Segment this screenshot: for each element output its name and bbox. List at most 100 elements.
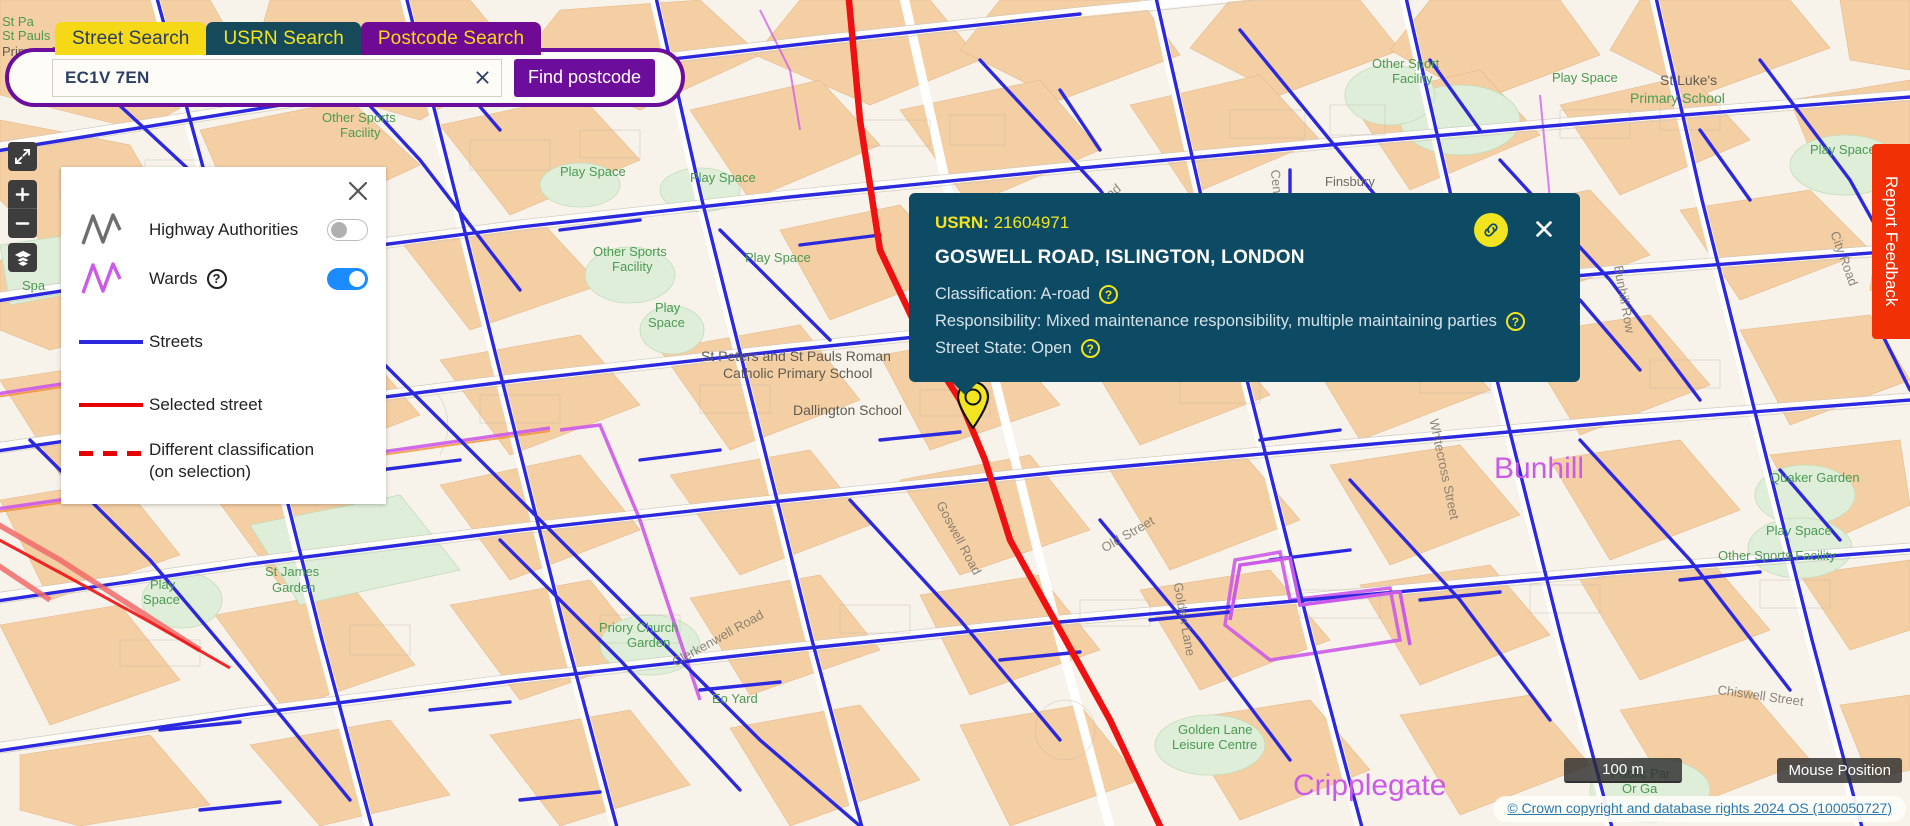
layers-button[interactable] (8, 243, 37, 272)
popup-classification-text: Classification: A-road (935, 285, 1090, 303)
map-label: Other Sports (322, 110, 396, 125)
legend-row-different-classification: Different classification (on selection) (79, 437, 368, 495)
map-label: Golden Lane (1178, 722, 1252, 737)
map-label: Or Ga (1622, 781, 1658, 796)
map-label: Spa (22, 278, 46, 293)
map-label: Chiswell Street (1717, 682, 1805, 709)
map-label: Leisure Centre (1172, 737, 1257, 752)
map-label: Clerkenwell Road (670, 607, 766, 670)
legend-row-selected-street: Selected street (79, 380, 368, 429)
map-label: Goswell Road (933, 499, 984, 578)
popup-copy-link-button[interactable] (1474, 213, 1508, 247)
popup-usrn-row: USRN: 21604971 (935, 213, 1554, 233)
solid-blue-line-icon (79, 339, 143, 344)
legend-symbol-wards (79, 261, 149, 297)
close-icon (1536, 221, 1552, 237)
postcode-input-wrapper (52, 58, 502, 97)
map-label: Facility (340, 125, 381, 140)
classification-help-question-icon[interactable]: ? (1099, 285, 1118, 304)
legend-row-streets: Streets (79, 317, 368, 366)
map-scale-bar: 100 m (1564, 758, 1682, 783)
map-label: Garden (627, 635, 670, 650)
map-label: Play Space (1766, 523, 1832, 538)
plus-icon (15, 187, 30, 201)
legend-text-different-classification-line1: Different classification (149, 440, 315, 459)
minus-icon (15, 222, 30, 225)
tab-usrn-search[interactable]: USRN Search (206, 22, 361, 55)
dashed-red-line-icon (79, 451, 143, 456)
zoom-out-button[interactable] (8, 209, 37, 238)
popup-responsibility-text: Responsibility: Mixed maintenance respon… (935, 312, 1497, 330)
mouse-position-indicator[interactable]: Mouse Position (1777, 758, 1902, 783)
map-label: Other Sports (593, 244, 667, 259)
map-label: Whitecross Street (1426, 417, 1462, 521)
legend-text-highway-authorities: Highway Authorities (149, 219, 299, 239)
legend-row-wards[interactable]: Wards ? (79, 254, 368, 303)
map-label: St Pauls (2, 28, 51, 43)
map-label: St Peters and St Pauls Roman (701, 348, 891, 364)
popup-attribute-responsibility: Responsibility: Mixed maintenance respon… (935, 312, 1554, 331)
mouse-position-label: Mouse Position (1788, 762, 1891, 779)
clear-postcode-button[interactable] (472, 68, 492, 88)
map-label: Space (143, 592, 180, 607)
street-info-popup: USRN: 21604971 GOSWELL ROAD, ISLINGTON, … (909, 193, 1580, 395)
wards-help-question-icon[interactable]: ? (206, 268, 227, 289)
map-label: Bunhill Row (1611, 264, 1638, 335)
legend-symbol-selected-street (79, 402, 149, 407)
map-label: Bunhill (1494, 452, 1584, 485)
legend-toggle-highway-authorities[interactable] (327, 218, 368, 241)
zigzag-line-icon (81, 212, 122, 245)
layers-stack-icon (14, 250, 31, 267)
legend-label-different-classification: Different classification (on selection) (149, 439, 368, 483)
map-label: City Road (1827, 229, 1861, 288)
legend-toggle-wards[interactable] (327, 267, 368, 290)
popup-usrn-value: 21604971 (993, 213, 1070, 232)
legend-text-wards: Wards (149, 268, 198, 288)
fullscreen-button[interactable] (8, 142, 37, 171)
legend-label-streets: Streets (149, 332, 368, 352)
map-label: Play (655, 300, 681, 315)
map-label: Play Space (1810, 142, 1876, 157)
tab-postcode-search[interactable]: Postcode Search (360, 22, 542, 55)
map-label: Play (150, 577, 176, 592)
map-attribution: © Crown copyright and database rights 20… (1493, 796, 1906, 822)
postcode-input[interactable] (53, 59, 453, 96)
fullscreen-control-group (8, 142, 37, 171)
postcode-search-bar: Find postcode (5, 48, 685, 107)
map-label: Other Sport (1372, 56, 1440, 71)
tab-postcode-search-label: Postcode Search (377, 27, 525, 49)
map-label: Other Sports Facility (1718, 548, 1836, 563)
tab-street-search[interactable]: Street Search (55, 22, 207, 55)
map-label: Priory Church (599, 620, 678, 635)
map-label: Dallington School (793, 402, 902, 418)
legend-text-different-classification-line2: (on selection) (149, 461, 252, 481)
map-label: Space (648, 315, 685, 330)
toggle-knob (331, 221, 347, 238)
legend-close-button[interactable] (344, 177, 372, 205)
map-label: Finsbury (1325, 174, 1375, 189)
map-label: Primary School (1630, 90, 1725, 106)
legend-row-highway-authorities[interactable]: Highway Authorities (79, 205, 368, 254)
popup-close-button[interactable] (1530, 215, 1558, 243)
map-label: Play Space (745, 250, 811, 265)
legend-symbol-streets (79, 339, 149, 344)
map-label: St James (265, 564, 320, 579)
popup-attribute-classification: Classification: A-road ? (935, 285, 1554, 304)
map-label: Garden (272, 580, 315, 595)
fullscreen-expand-icon (15, 149, 30, 164)
attribution-link[interactable]: © Crown copyright and database rights 20… (1507, 800, 1892, 816)
map-label: Golden Lane (1171, 581, 1199, 657)
responsibility-help-question-icon[interactable]: ? (1505, 312, 1525, 331)
street-state-help-question-icon[interactable]: ? (1080, 339, 1100, 358)
report-feedback-tab[interactable]: Report Feedback (1872, 144, 1910, 339)
application-root: St PaulsPrimary SchoolOther SportsFacili… (0, 0, 1910, 826)
popup-attribute-street-state: Street State: Open ? (935, 339, 1554, 358)
zoom-in-button[interactable] (8, 180, 37, 209)
find-postcode-button[interactable]: Find postcode (514, 58, 656, 97)
map-label: Catholic Primary School (723, 365, 872, 381)
report-feedback-label: Report Feedback (1882, 176, 1901, 307)
legend-symbol-different-classification (79, 439, 149, 456)
tab-street-search-label: Street Search (72, 27, 190, 49)
toggle-knob (349, 270, 365, 287)
legend-label-selected-street: Selected street (149, 395, 368, 415)
